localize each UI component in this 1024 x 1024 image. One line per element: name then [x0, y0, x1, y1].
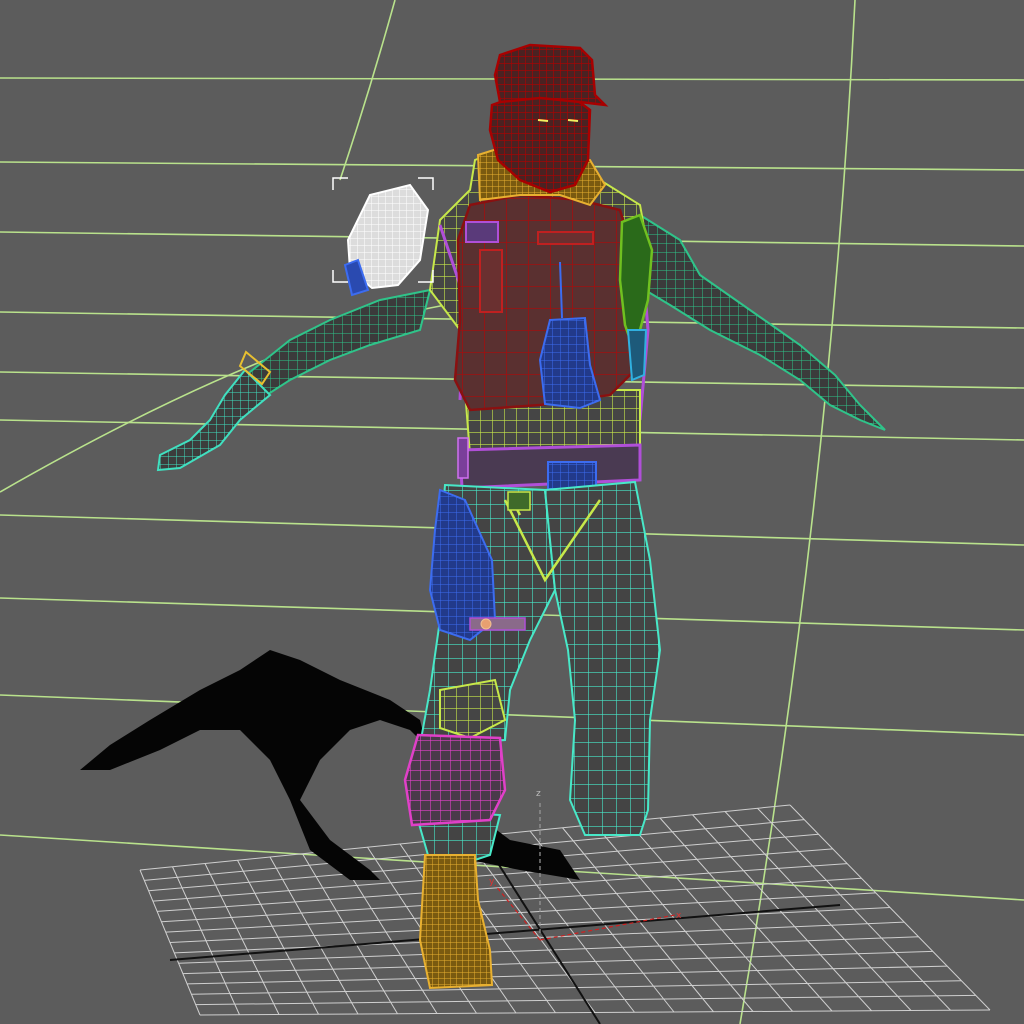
thigh-strap-clip	[480, 618, 492, 630]
harness-buckle	[507, 491, 531, 511]
vest-pocket-left	[479, 249, 503, 313]
knife-handle	[626, 329, 648, 382]
3d-viewport-perspective[interactable]: z x y	[0, 0, 1024, 1024]
gizmo-y-label: y	[489, 877, 495, 887]
thigh-strap	[469, 617, 526, 631]
shoulder-patch	[465, 221, 499, 243]
viewport-scene[interactable]: z x y	[0, 0, 1024, 1024]
gizmo-z-label: z	[536, 789, 541, 799]
belt-left-loop	[457, 437, 469, 479]
shin-guard-mesh	[403, 733, 507, 827]
gizmo-x-label: x	[676, 911, 682, 921]
vest-pocket-center	[537, 231, 594, 245]
